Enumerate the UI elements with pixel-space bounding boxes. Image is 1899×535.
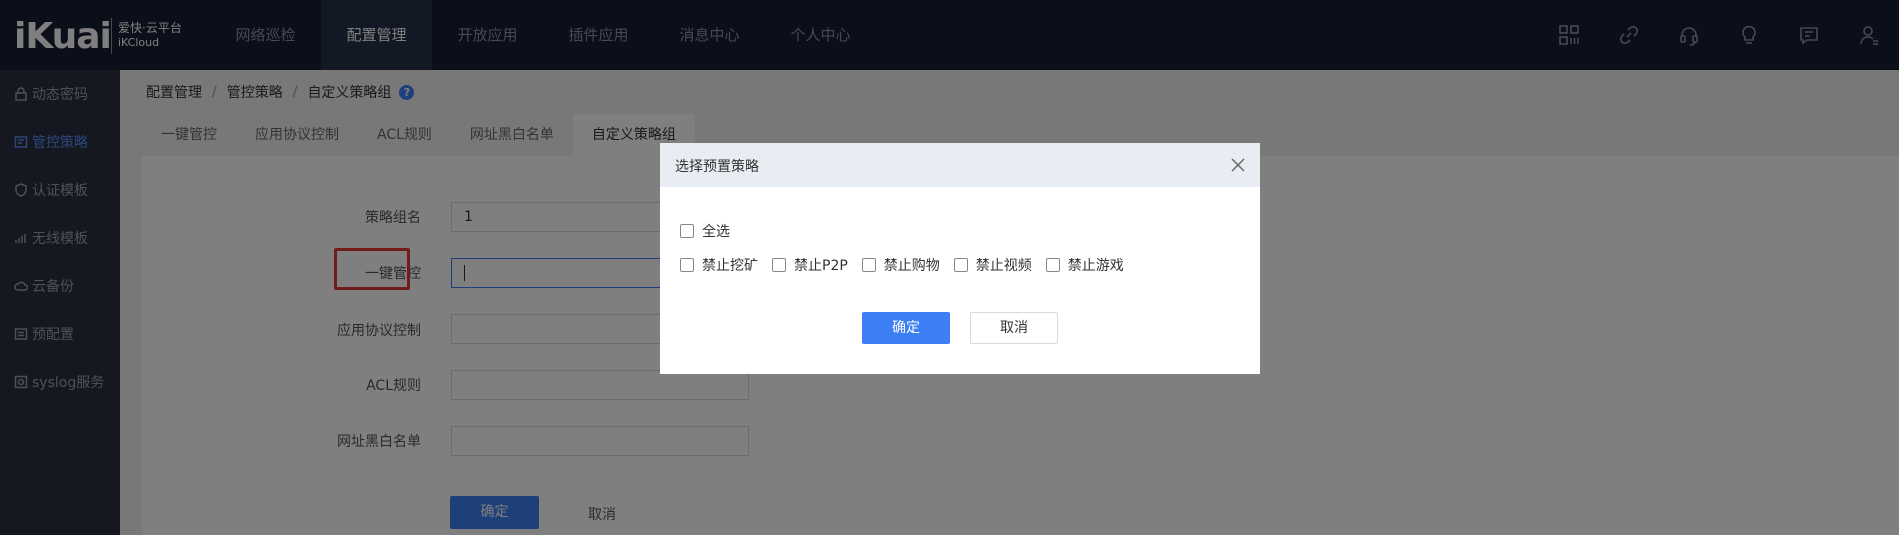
checkbox-label: 全选 (702, 224, 730, 240)
dialog-title: 选择预置策略 (675, 159, 759, 175)
checkbox-box[interactable] (1045, 258, 1060, 272)
checkbox-label: 禁止挖矿 (702, 258, 758, 274)
checkbox-box[interactable] (861, 258, 876, 272)
dialog-confirm-button[interactable]: 确定 (862, 312, 950, 344)
options-row: 禁止挖矿 禁止P2P 禁止购物 禁止视频 禁止游戏 (680, 255, 1138, 275)
checkbox-label: 禁止P2P (794, 258, 848, 274)
checkbox-label: 禁止游戏 (1067, 258, 1124, 274)
checkbox-label: 禁止购物 (883, 258, 940, 274)
checkbox-box[interactable] (680, 258, 694, 272)
close-icon[interactable] (1228, 155, 1248, 175)
dialog-cancel-button[interactable]: 取消 (970, 312, 1058, 344)
option-ban-shopping[interactable]: 禁止购物 (861, 255, 940, 275)
option-ban-games[interactable]: 禁止游戏 (1045, 255, 1124, 275)
checkbox-label: 禁止视频 (975, 258, 1032, 274)
select-all-checkbox[interactable]: 全选 (680, 221, 730, 241)
select-all-row: 全选 (680, 221, 744, 241)
option-ban-mining[interactable]: 禁止挖矿 (680, 255, 758, 275)
preset-policy-dialog: 选择预置策略 全选 禁止挖矿 禁止P2P 禁止购物 禁止视频 禁止游戏 确定 取… (660, 143, 1260, 374)
option-ban-p2p[interactable]: 禁止P2P (772, 255, 848, 275)
checkbox-box[interactable] (772, 258, 786, 272)
checkbox-box[interactable] (680, 224, 694, 238)
checkbox-box[interactable] (953, 258, 968, 272)
dialog-header: 选择预置策略 (660, 143, 1260, 187)
option-ban-video[interactable]: 禁止视频 (953, 255, 1032, 275)
